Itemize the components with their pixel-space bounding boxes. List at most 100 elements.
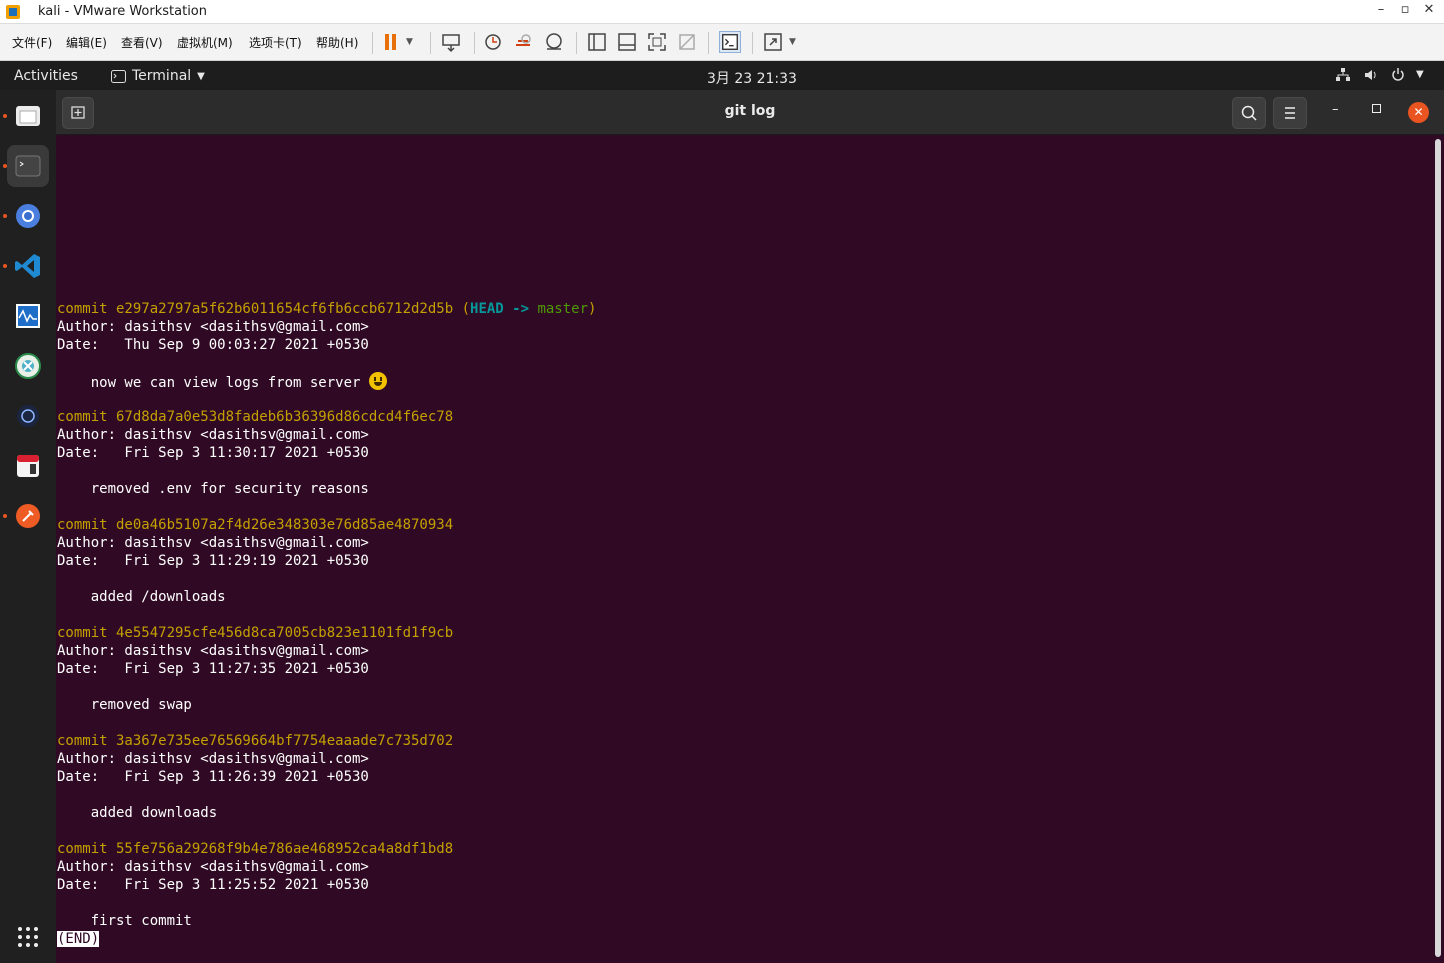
- app-menu[interactable]: Terminal ▼: [111, 68, 205, 84]
- sidebar-toggle-icon[interactable]: [586, 31, 608, 53]
- close-window-button[interactable]: ✕: [1408, 102, 1429, 123]
- chromium-icon: [16, 204, 40, 228]
- toolbar-separator: [708, 32, 709, 54]
- commit-line: commit 4e5547295cfe456d8ca7005cb823e1101…: [57, 625, 454, 641]
- scrollbar[interactable]: [1435, 139, 1441, 957]
- date-line: Date: Fri Sep 3 11:29:19 2021 +0530: [57, 553, 369, 569]
- snapshot-icon[interactable]: [482, 31, 504, 53]
- terminal-output[interactable]: commit e297a2797a5f62b6011654cf6fb6ccb67…: [56, 135, 1444, 963]
- thumbnail-bar-icon[interactable]: [616, 31, 638, 53]
- pause-dropdown-icon[interactable]: ▼: [406, 37, 413, 47]
- dock-app-2[interactable]: [7, 445, 49, 487]
- show-apps-button[interactable]: [7, 916, 49, 958]
- dock-files[interactable]: [7, 95, 49, 137]
- date-line: Date: Fri Sep 3 11:27:35 2021 +0530: [57, 661, 369, 677]
- revert-snapshot-icon[interactable]: [512, 31, 534, 53]
- stretch-dropdown-icon[interactable]: ▼: [789, 37, 796, 47]
- unity-mode-icon[interactable]: [676, 31, 698, 53]
- smiley-emoji-icon: [368, 372, 387, 390]
- dock-app[interactable]: [7, 395, 49, 437]
- author-line: Author: dasithsv <dasithsv@gmail.com>: [57, 319, 369, 335]
- dock-system-monitor[interactable]: [7, 295, 49, 337]
- message-line: removed .env for security reasons: [57, 481, 369, 497]
- toolbar-separator: [372, 32, 373, 54]
- author-line: Author: dasithsv <dasithsv@gmail.com>: [57, 643, 369, 659]
- pager-status: (END): [57, 931, 100, 947]
- system-monitor-icon: [16, 304, 40, 328]
- toolbar-separator: [576, 32, 577, 54]
- date-line: Date: Fri Sep 3 11:25:52 2021 +0530: [57, 877, 369, 893]
- chevron-down-icon: ▼: [197, 70, 205, 82]
- hamburger-icon: [1285, 107, 1295, 119]
- menu-button[interactable]: [1273, 97, 1307, 129]
- menu-view[interactable]: 查看(V): [121, 34, 163, 51]
- author-line: Author: dasithsv <dasithsv@gmail.com>: [57, 751, 369, 767]
- vmware-menubar: 文件(F) 编辑(E) 查看(V) 虚拟机(M) 选项卡(T) 帮助(H) ▼ …: [0, 24, 1444, 61]
- postman-icon: [16, 504, 40, 528]
- commit-line: commit de0a46b5107a2f4d26e348303e76d85ae…: [57, 517, 454, 533]
- network-icon[interactable]: [1335, 67, 1351, 83]
- dock-chromium[interactable]: [7, 195, 49, 237]
- message-line: first commit: [57, 913, 192, 929]
- menu-file[interactable]: 文件(F): [12, 34, 52, 51]
- menu-help[interactable]: 帮助(H): [316, 34, 358, 51]
- vmware-titlebar: kali - VMware Workstation – ▫ ✕: [0, 0, 1444, 24]
- restore-window-icon[interactable]: [1372, 104, 1381, 113]
- menu-tabs[interactable]: 选项卡(T): [249, 34, 302, 51]
- search-button[interactable]: [1232, 97, 1266, 129]
- menu-edit[interactable]: 编辑(E): [66, 34, 107, 51]
- gnome-topbar: Activities Terminal ▼ 3月 23 21:33 ▼: [0, 61, 1444, 90]
- fullscreen-icon[interactable]: [646, 31, 668, 53]
- send-keys-icon[interactable]: [440, 31, 462, 53]
- dock: [0, 90, 56, 963]
- toolbar-separator: [474, 32, 475, 54]
- terminal-icon: [15, 155, 41, 177]
- stretch-guest-icon[interactable]: [762, 31, 784, 53]
- dock-postman[interactable]: [7, 495, 49, 537]
- app-icon-2: [17, 455, 39, 477]
- author-line: Author: dasithsv <dasithsv@gmail.com>: [57, 859, 369, 875]
- message-line: added downloads: [57, 805, 218, 821]
- system-menu-chevron-icon[interactable]: ▼: [1416, 69, 1424, 80]
- volume-icon[interactable]: [1363, 67, 1379, 83]
- app-icon: [17, 405, 39, 427]
- vscode-icon: [15, 254, 40, 278]
- dock-vscode[interactable]: [7, 245, 49, 287]
- files-icon: [16, 106, 40, 126]
- toolbar-separator: [430, 32, 431, 54]
- toolbar-separator: [752, 32, 753, 54]
- message-line: now we can view logs from server: [57, 372, 387, 392]
- pause-icon[interactable]: [380, 31, 402, 53]
- author-line: Author: dasithsv <dasithsv@gmail.com>: [57, 535, 369, 551]
- minimize-window-icon[interactable]: –: [1332, 102, 1339, 117]
- activities-button[interactable]: Activities: [14, 68, 78, 84]
- dock-crossover[interactable]: [7, 345, 49, 387]
- app-menu-label: Terminal: [132, 68, 192, 84]
- commit-line: commit e297a2797a5f62b6011654cf6fb6ccb67…: [57, 301, 597, 317]
- close-icon[interactable]: ✕: [1418, 2, 1440, 17]
- grid-icon: [18, 927, 38, 947]
- menu-vm[interactable]: 虚拟机(M): [177, 34, 233, 51]
- close-icon: ✕: [1413, 105, 1424, 119]
- vmware-logo-icon: [6, 5, 20, 19]
- date-line: Date: Fri Sep 3 11:26:39 2021 +0530: [57, 769, 369, 785]
- power-icon[interactable]: [1390, 67, 1406, 83]
- crossover-icon: [15, 353, 41, 379]
- commit-line: commit 3a367e735ee76569664bf7754eaaade7c…: [57, 733, 454, 749]
- date-line: Date: Fri Sep 3 11:30:17 2021 +0530: [57, 445, 369, 461]
- commit-line: commit 55fe756a29268f9b4e786ae468952ca4a…: [57, 841, 454, 857]
- message-line: added /downloads: [57, 589, 226, 605]
- terminal-headerbar: git log – ✕: [56, 90, 1444, 135]
- clock[interactable]: 3月 23 21:33: [707, 68, 797, 88]
- window-title: kali - VMware Workstation: [38, 4, 207, 19]
- commit-line: commit 67d8da7a0e53d8fadeb6b36396d86cdcd…: [57, 409, 454, 425]
- dock-terminal[interactable]: [7, 145, 49, 187]
- snapshot-manager-icon[interactable]: [543, 31, 565, 53]
- search-icon: [1241, 105, 1257, 121]
- terminal-app-icon: [111, 69, 126, 83]
- author-line: Author: dasithsv <dasithsv@gmail.com>: [57, 427, 369, 443]
- message-line: removed swap: [57, 697, 192, 713]
- maximize-icon[interactable]: ▫: [1394, 2, 1416, 17]
- console-view-icon[interactable]: [719, 31, 741, 53]
- minimize-icon[interactable]: –: [1370, 2, 1392, 17]
